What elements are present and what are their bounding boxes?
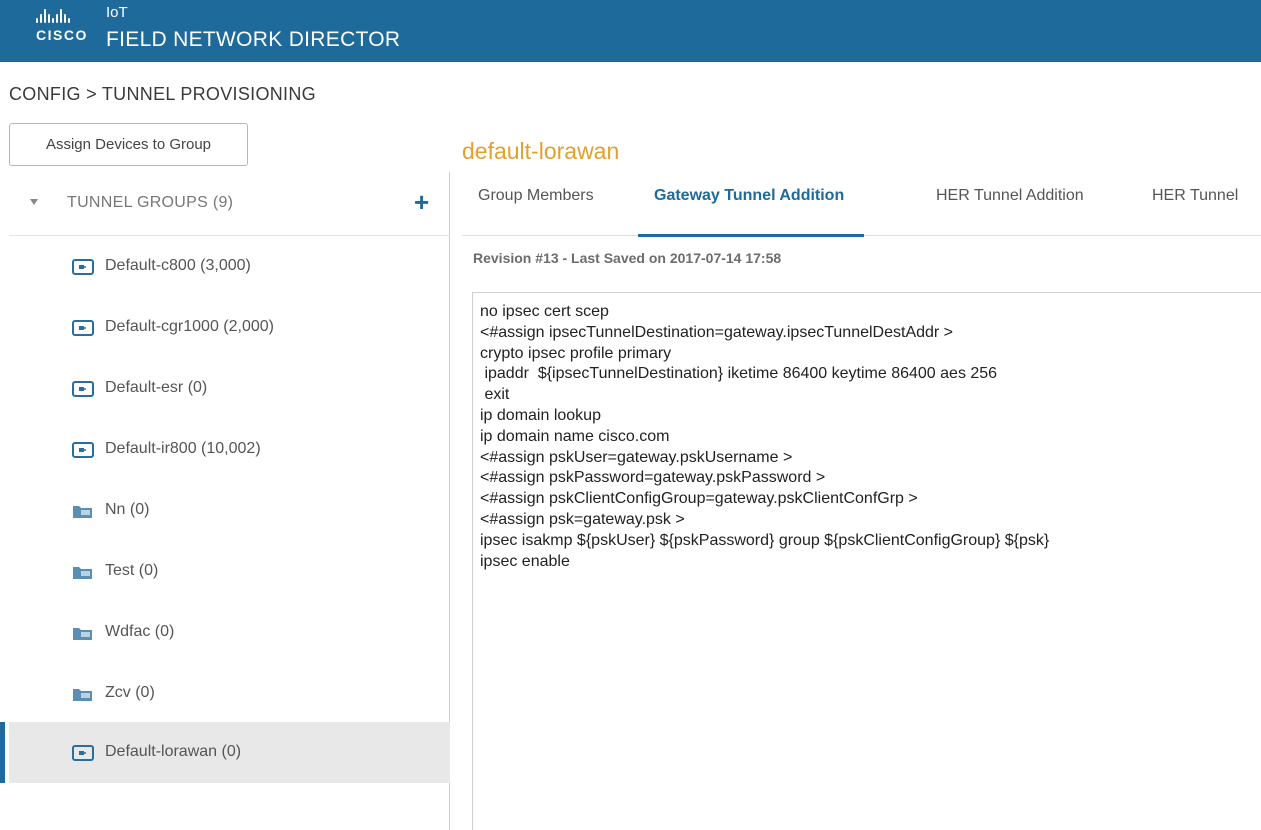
code-line: <#assign pskClientConfigGroup=gateway.ps… [480,490,918,508]
tunnel-groups-title: TUNNEL GROUPS (9) [67,194,234,211]
code-line: ip domain lookup [480,406,601,424]
router-group-icon [72,259,94,280]
tree-item-test[interactable]: Test (0) [9,541,450,602]
tab-group-members[interactable]: Group Members [478,174,594,236]
code-line: <#assign ipsecTunnelDestination=gateway.… [480,323,954,341]
tree-item-default-cgr1000[interactable]: Default-cgr1000 (2,000) [9,297,450,358]
tree-item-label: Nn (0) [105,501,150,518]
tree-item-label: Test (0) [105,562,159,579]
code-line: exit [480,386,510,404]
folder-icon [72,686,94,707]
assign-devices-button[interactable]: Assign Devices to Group [9,123,248,166]
product-line: IoT [106,4,128,21]
tree-item-default-lorawan[interactable]: Default-lorawan (0) [0,722,450,783]
revision-status: Revision #13 - Last Saved on 2017-07-14 … [473,250,782,266]
tunnel-groups-header[interactable]: TUNNEL GROUPS (9) + [9,172,450,236]
group-title: default-lorawan [462,138,620,164]
code-line: ipaddr ${ipsecTunnelDestination} iketime… [480,365,998,383]
tab-her-tunnel[interactable]: HER Tunnel [1152,174,1238,236]
tree-item-default-c800[interactable]: Default-c800 (3,000) [9,236,450,297]
template-editor[interactable]: no ipsec cert scep <#assign ipsecTunnelD… [472,292,1261,830]
add-group-icon[interactable]: + [414,188,429,216]
tree-item-label: Wdfac (0) [105,623,175,640]
breadcrumb: CONFIG > TUNNEL PROVISIONING [9,84,316,104]
code-line: ipsec enable [480,552,570,570]
top-bar: CISCO IoT FIELD NETWORK DIRECTOR [0,0,1261,62]
tree-item-default-esr[interactable]: Default-esr (0) [9,358,450,419]
brand-text: CISCO [36,27,88,43]
code-line: ip domain name cisco.com [480,427,670,445]
tree-item-label: Default-cgr1000 (2,000) [105,318,274,335]
router-group-icon [72,381,94,402]
router-group-icon [72,320,94,341]
cisco-bridge-icon [36,9,96,23]
tree-item-label: Default-ir800 (10,002) [105,440,261,457]
tab-her-tunnel-addition[interactable]: HER Tunnel Addition [936,174,1084,236]
tab-gateway-tunnel-addition[interactable]: Gateway Tunnel Addition [637,174,865,237]
code-line: <#assign pskUser=gateway.pskUsername > [480,448,793,466]
cisco-logo[interactable]: CISCO [36,9,96,49]
code-line: crypto ipsec profile primary [480,344,672,362]
caret-down-icon[interactable] [30,199,38,205]
tree-item-default-ir800[interactable]: Default-ir800 (10,002) [9,419,450,480]
folder-icon [72,625,94,646]
app-title: FIELD NETWORK DIRECTOR [106,28,401,51]
code-line: no ipsec cert scep [480,303,609,320]
tree-item-label: Zcv (0) [105,684,155,701]
tree-item-zcv[interactable]: Zcv (0) [9,663,450,724]
code-line: <#assign pskPassword=gateway.pskPassword… [480,469,826,487]
tree-item-label: Default-lorawan (0) [105,743,242,760]
router-group-icon [72,442,94,463]
tab-bar: Group Members Gateway Tunnel Addition HE… [462,174,1261,237]
tree-item-nn[interactable]: Nn (0) [9,480,450,541]
tunnel-groups-sidebar: TUNNEL GROUPS (9) + Default-c800 (3,000)… [0,172,450,830]
code-line: <#assign psk=gateway.psk > [480,510,685,528]
folder-icon [72,503,94,524]
tree-item-wdfac[interactable]: Wdfac (0) [9,602,450,663]
tree-item-label: Default-c800 (3,000) [105,257,251,274]
code-line: ipsec isakmp ${pskUser} ${pskPassword} g… [480,531,1050,549]
router-group-icon [72,745,94,766]
folder-icon [72,564,94,585]
tree-item-label: Default-esr (0) [105,379,208,396]
